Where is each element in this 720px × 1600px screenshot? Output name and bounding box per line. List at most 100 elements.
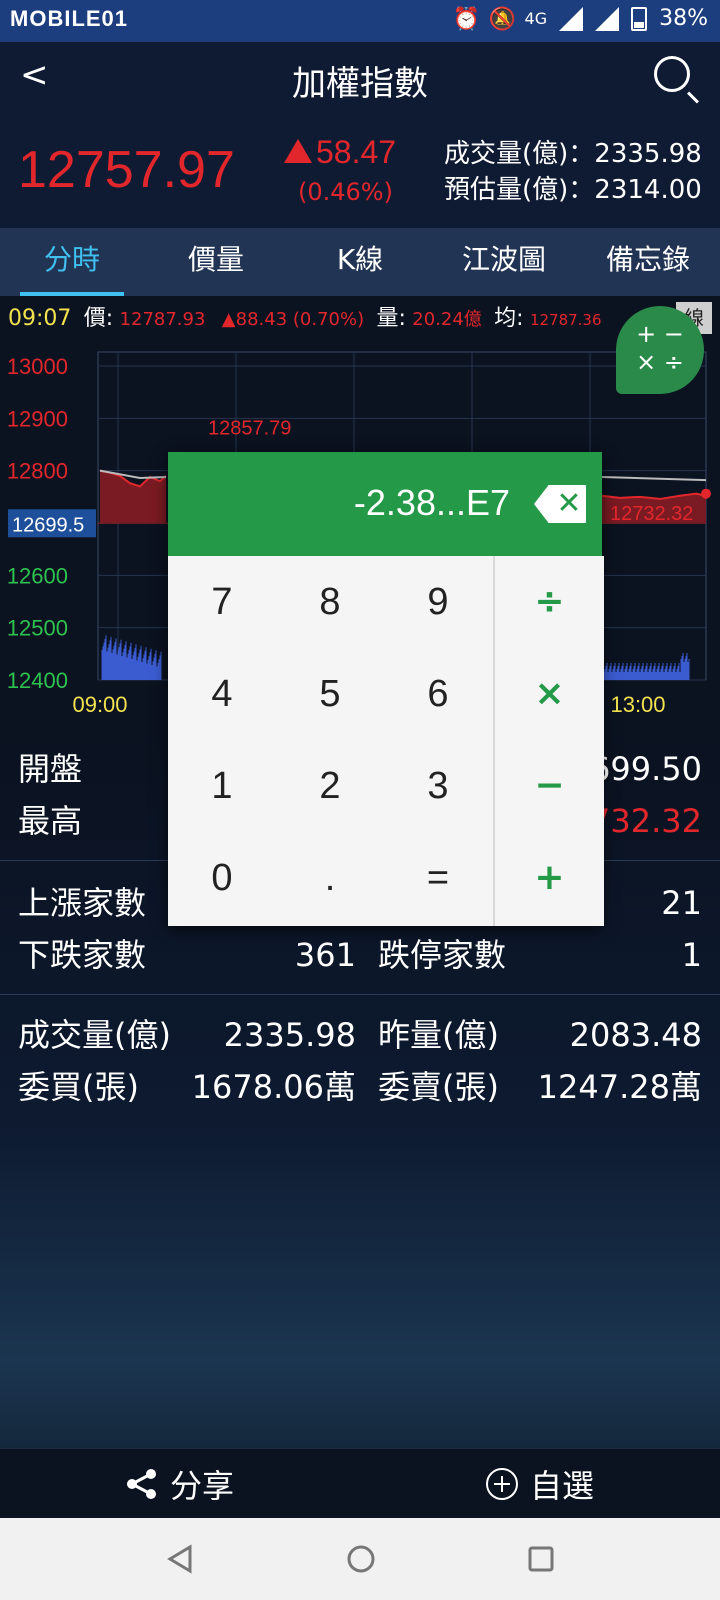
key-2[interactable]: 2 [276, 740, 384, 832]
info-time: 09:07 [8, 306, 72, 331]
key-multiply[interactable]: × [495, 648, 604, 740]
key-7[interactable]: 7 [168, 556, 276, 648]
key-9[interactable]: 9 [384, 556, 492, 648]
key-equals[interactable]: = [384, 832, 492, 924]
calculator-keypad: 7 8 9 4 5 6 1 2 3 0 . = [168, 556, 493, 926]
share-button[interactable]: 分享 [124, 1461, 234, 1507]
info-volume: 20.24億 [412, 309, 482, 330]
x-tick-label: 09:00 [72, 692, 127, 717]
key-8[interactable]: 8 [276, 556, 384, 648]
alarm-icon: ⏰ [452, 6, 480, 32]
stats-row-down: 下跌家數 361 跌停家數 1 [18, 928, 702, 982]
battery-icon [631, 6, 648, 31]
brand-watermark: MOBILE01 [10, 6, 129, 31]
index-price: 12757.97 [18, 141, 235, 199]
calculator-operators: ÷ × − + [493, 556, 604, 926]
nav-recent-icon[interactable] [526, 1544, 556, 1574]
info-average: 12787.36 [529, 311, 602, 329]
nav-back-icon[interactable] [166, 1544, 196, 1574]
up-triangle-icon [284, 139, 312, 163]
y-tick-label: 12400 [7, 668, 68, 693]
limitdown-value: 1 [681, 936, 702, 974]
key-subtract[interactable]: − [495, 740, 604, 832]
volume-block: 成交量(億)：2335.98 預估量(億)：2314.00 [444, 136, 702, 208]
share-label: 分享 [170, 1467, 235, 1505]
divider [0, 994, 720, 995]
quote-header: 12757.97 58.47 (0.46%) 成交量(億)：2335.98 預估… [0, 112, 720, 228]
key-decimal[interactable]: . [276, 832, 384, 924]
key-5[interactable]: 5 [276, 648, 384, 740]
signal-icon [559, 6, 584, 31]
app-bar: < 加權指數 [0, 42, 720, 113]
share-icon [127, 1469, 156, 1499]
info-price-label: 價: [83, 306, 114, 331]
key-0[interactable]: 0 [168, 832, 276, 924]
volume-label: 成交量(億)：2335.98 [444, 139, 702, 169]
reference-label: 12699.5 [12, 514, 84, 536]
down-value: 361 [294, 936, 356, 974]
calculator-value: -2.38...E7 [353, 482, 510, 523]
down-label: 下跌家數 [18, 936, 147, 974]
prev-volume-value: 2083.48 [569, 1016, 702, 1054]
ask-value: 1247.28萬 [537, 1068, 702, 1106]
prev-volume-label: 昨量(億) [378, 1016, 499, 1054]
y-tick-label: 12900 [7, 406, 68, 431]
stats-row-orders: 委買(張) 1678.06萬 委賣(張) 1247.28萬 [18, 1060, 702, 1114]
y-tick-label: 13000 [7, 354, 68, 379]
high-label: 12857.79 [208, 417, 291, 439]
tab-memo[interactable]: 備忘錄 [576, 228, 720, 296]
limitdown-label: 跌停家數 [378, 936, 507, 974]
info-average-label: 均: [494, 306, 524, 331]
status-icons: ⏰ 🔕 4G 38% [452, 6, 708, 32]
tab-intraday[interactable]: 分時 [0, 228, 144, 296]
last-point [701, 488, 711, 499]
x-tick-label: 13:00 [610, 692, 665, 717]
ask-label: 委賣(張) [378, 1068, 499, 1106]
key-3[interactable]: 3 [384, 740, 492, 832]
status-bar: MOBILE01 ⏰ 🔕 4G 38% [0, 0, 720, 42]
tab-price-volume[interactable]: 價量 [144, 228, 288, 296]
backspace-icon: ✕ [556, 486, 582, 521]
change-value: 58.47 [316, 134, 397, 170]
favorite-label: 自選 [530, 1467, 595, 1505]
backspace-button[interactable]: ✕ [534, 485, 586, 523]
battery-label: 38% [659, 6, 708, 31]
key-6[interactable]: 6 [384, 648, 492, 740]
open-label: 開盤 [18, 750, 83, 788]
high-value: 732.32 [590, 802, 702, 840]
system-nav-bar [0, 1518, 720, 1600]
signal-2-icon [595, 6, 620, 31]
tab-wave-chart[interactable]: 江波圖 [432, 228, 576, 296]
calculator-fab-line1: + − [636, 320, 684, 348]
key-1[interactable]: 1 [168, 740, 276, 832]
y-tick-label: 12500 [7, 616, 68, 641]
y-tick-label: 12600 [7, 563, 68, 588]
key-add[interactable]: + [495, 832, 604, 924]
calculator-display: -2.38...E7 ✕ [168, 452, 602, 556]
key-4[interactable]: 4 [168, 648, 276, 740]
mute-icon: 🔕 [488, 6, 516, 32]
info-change: ▲88.43 (0.70%) [221, 309, 365, 330]
tab-kline[interactable]: K線 [288, 228, 432, 296]
info-volume-label: 量: [376, 306, 406, 331]
favorite-button[interactable]: 自選 [484, 1461, 594, 1507]
key-divide[interactable]: ÷ [495, 556, 604, 648]
nav-home-icon[interactable] [346, 1544, 376, 1574]
add-circle-icon [486, 1468, 518, 1500]
open-value: 699.50 [590, 750, 702, 788]
volume-value: 2335.98 [223, 1016, 356, 1054]
page-title: 加權指數 [292, 64, 428, 104]
volume-label: 成交量(億) [18, 1016, 171, 1054]
y-tick-label: 12800 [7, 459, 68, 484]
calculator-popup: -2.38...E7 ✕ 7 8 9 4 5 6 1 2 3 0 . = ÷ ×… [168, 452, 604, 926]
last-label: 12732.32 [610, 503, 693, 525]
up-value: 21 [661, 884, 702, 922]
index-change: 58.47 [284, 134, 396, 171]
search-icon[interactable] [654, 56, 690, 92]
stats-row-volume: 成交量(億) 2335.98 昨量(億) 2083.48 [18, 1008, 702, 1062]
bottom-action-bar: 分享 自選 [0, 1448, 720, 1519]
calculator-fab[interactable]: + − × ÷ [616, 306, 704, 394]
change-percent: (0.46%) [298, 178, 393, 206]
network-label: 4G [524, 9, 548, 28]
high-label: 最高 [18, 802, 83, 840]
